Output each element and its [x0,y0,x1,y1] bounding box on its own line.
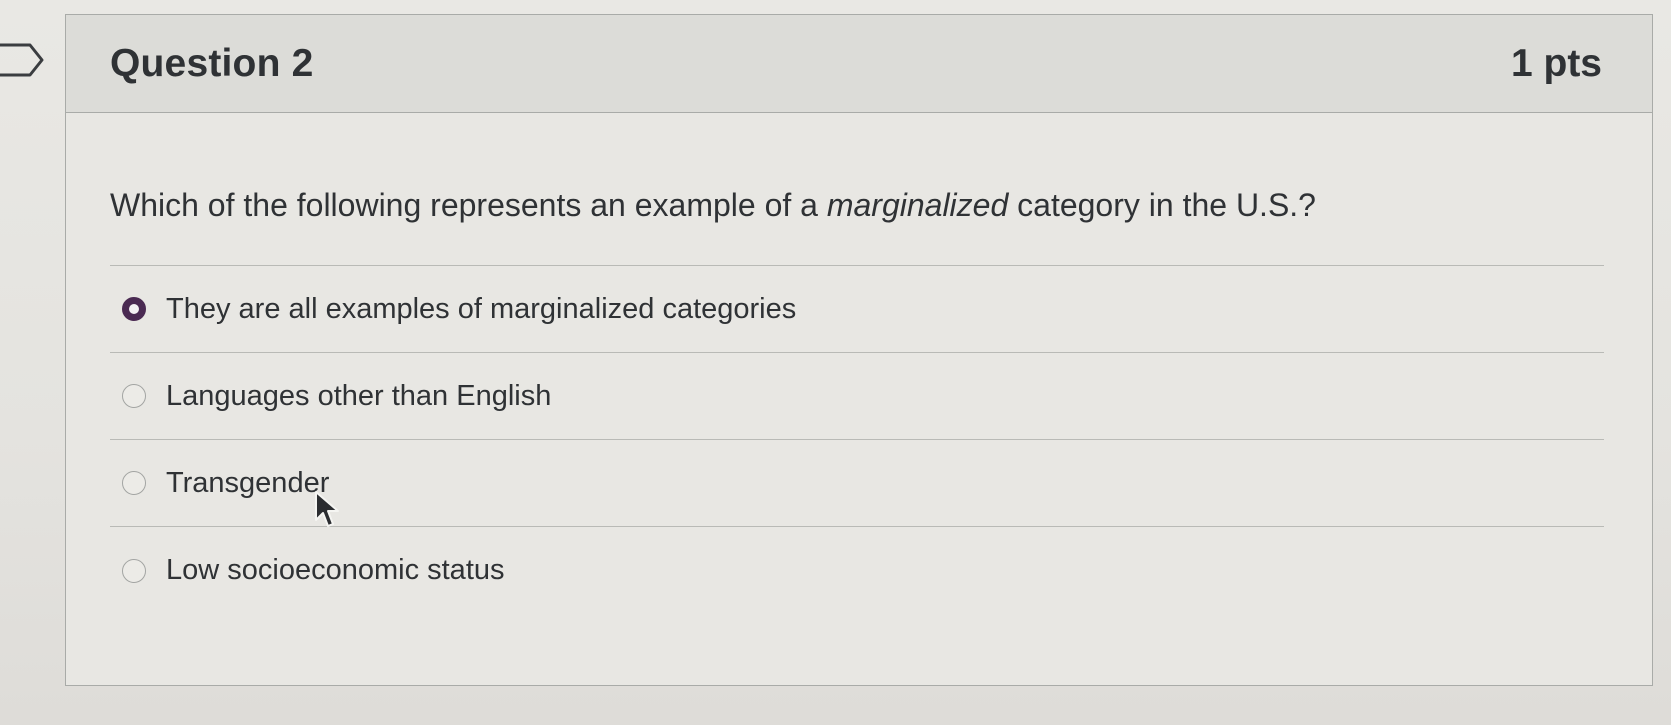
question-text-end: category in the U.S.? [1008,187,1316,223]
question-text-start: Which of the following represents an exa… [110,187,827,223]
radio-button[interactable] [122,471,146,495]
answer-option[interactable]: Languages other than English [110,353,1604,440]
radio-button-selected[interactable] [122,297,146,321]
answer-option[interactable]: They are all examples of marginalized ca… [110,266,1604,353]
question-text: Which of the following represents an exa… [110,185,1604,225]
mouse-pointer-icon [315,491,339,527]
answer-label[interactable]: Low socioeconomic status [166,554,505,587]
radio-button[interactable] [122,558,146,583]
question-header: Question 2 1 pts [66,15,1652,113]
answer-label[interactable]: They are all examples of marginalized ca… [166,293,796,326]
quiz-page: Question 2 1 pts Which of the following … [0,0,1671,725]
question-points: 1 pts [1510,41,1602,85]
answer-option[interactable]: Low socioeconomic status [110,527,1604,614]
question-body: Which of the following represents an exa… [66,113,1652,614]
question-text-emphasis: marginalized [826,187,1009,223]
radio-button[interactable] [122,384,146,408]
question-title: Question 2 [110,41,314,85]
answer-label[interactable]: Languages other than English [166,380,551,413]
answer-label[interactable]: Transgender [166,467,329,500]
question-card: Question 2 1 pts Which of the following … [65,14,1653,686]
flag-question-icon[interactable] [0,42,46,78]
answer-list: They are all examples of marginalized ca… [110,265,1604,614]
